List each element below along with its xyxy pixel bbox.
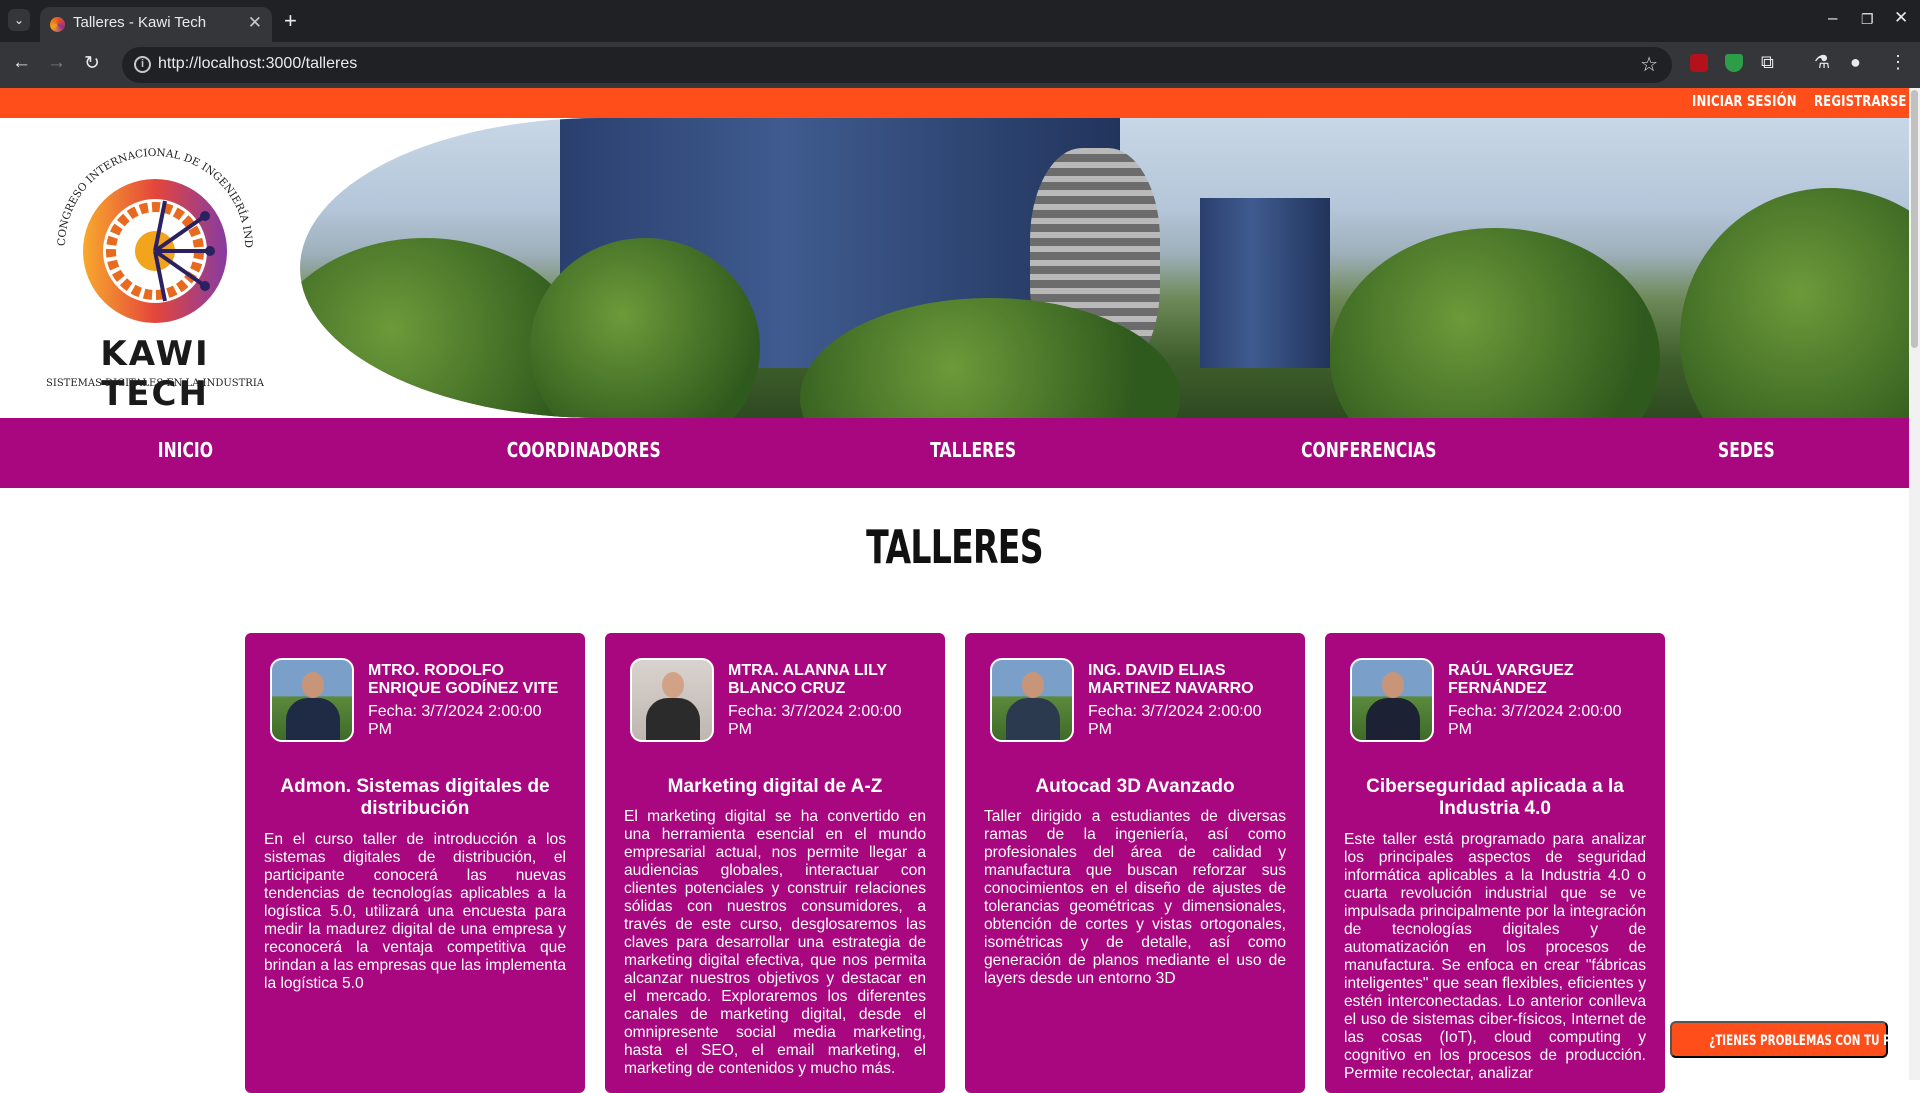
- speaker-photo: [990, 658, 1074, 742]
- workshop-title: Marketing digital de A-Z: [667, 776, 883, 797]
- speaker-name: MTRO. RODOLFO ENRIQUE GODÍNEZ VITE: [368, 662, 559, 697]
- tab-close-icon[interactable]: ✕: [248, 13, 262, 33]
- browser-tab[interactable]: Talleres - Kawi Tech ✕: [40, 7, 272, 42]
- kawi-tech-logo[interactable]: CONGRESO INTERNACIONAL DE INGENIERÍA IND…: [35, 137, 270, 414]
- nav-inicio[interactable]: INICIO: [158, 438, 213, 462]
- gear-logo-icon: CONGRESO INTERNACIONAL DE INGENIERÍA IND…: [35, 137, 254, 323]
- speaker-name: MTRA. ALANNA LILY BLANCO CRUZ: [728, 662, 887, 697]
- palm-trees: [1330, 228, 1660, 418]
- nav-talleres[interactable]: TALLERES: [930, 438, 1016, 462]
- extensions-puzzle-icon[interactable]: ⧉: [1761, 52, 1774, 73]
- main-navigation: INICIO COORDINADORES TALLERES CONFERENCI…: [0, 418, 1909, 488]
- restore-icon[interactable]: ❐: [1861, 11, 1874, 28]
- workshop-date: Fecha: 3/7/2024 2:00:00 PM: [1448, 703, 1622, 738]
- nav-coordinadores[interactable]: COORDINADORES: [507, 438, 661, 462]
- hero-banner: CONGRESO INTERNACIONAL DE INGENIERÍA IND…: [0, 118, 1909, 418]
- nav-sedes[interactable]: SEDES: [1718, 438, 1775, 462]
- menu-kebab-icon[interactable]: ⋮: [1889, 52, 1907, 73]
- labs-flask-icon[interactable]: ⚗: [1814, 52, 1830, 73]
- site-info-icon[interactable]: i: [134, 56, 151, 73]
- register-link[interactable]: REGISTRARSE: [1814, 92, 1907, 110]
- workshop-description: Taller dirigido a estudiantes de diversa…: [984, 808, 1286, 987]
- workshop-description: En el curso taller de introducción a los…: [264, 831, 566, 992]
- tree-right: [1680, 188, 1909, 418]
- tab-title: Talleres - Kawi Tech: [73, 14, 207, 31]
- new-tab-plus-icon[interactable]: +: [284, 8, 297, 34]
- campus-photo: [300, 118, 1909, 418]
- tab-favicon-icon: [50, 17, 65, 32]
- minimize-icon[interactable]: –: [1828, 8, 1837, 28]
- workshop-title: Ciberseguridad aplicada a la Industria 4…: [1366, 776, 1624, 819]
- profile-avatar-icon[interactable]: ●: [1850, 52, 1861, 73]
- speaker-photo: [1350, 658, 1434, 742]
- shield-extension-icon[interactable]: [1725, 54, 1743, 72]
- forward-arrow-icon[interactable]: →: [47, 52, 66, 74]
- logo-name: KAWI TECH: [100, 334, 210, 414]
- workshop-title: Autocad 3D Avanzado: [1035, 776, 1235, 797]
- url-text[interactable]: http://localhost:3000/talleres: [158, 55, 357, 73]
- workshop-card[interactable]: RAÚL VARGUEZ FERNÁNDEZ Fecha: 3/7/2024 2…: [1325, 633, 1665, 1093]
- workshop-card[interactable]: MTRO. RODOLFO ENRIQUE GODÍNEZ VITE Fecha…: [245, 633, 585, 1093]
- speaker-name: RAÚL VARGUEZ FERNÁNDEZ: [1448, 662, 1574, 697]
- nav-conferencias[interactable]: CONFERENCIAS: [1301, 438, 1436, 462]
- speaker-photo: [270, 658, 354, 742]
- workshop-description: Este taller está programado para analiza…: [1344, 831, 1646, 1082]
- workshop-date: Fecha: 3/7/2024 2:00:00 PM: [1088, 703, 1262, 738]
- window-close-icon[interactable]: ✕: [1894, 8, 1908, 28]
- bookmark-star-icon[interactable]: ☆: [1640, 52, 1658, 77]
- workshop-card[interactable]: MTRA. ALANNA LILY BLANCO CRUZ Fecha: 3/7…: [605, 633, 945, 1093]
- page-title: TALLERES: [866, 520, 1043, 574]
- reload-icon[interactable]: ↻: [84, 52, 100, 75]
- browser-tab-bar: ⌄ Talleres - Kawi Tech ✕ + – ❐ ✕: [0, 0, 1920, 42]
- workshop-title: Admon. Sistemas digitales de distribució…: [280, 776, 550, 819]
- glass-building-right: [1200, 198, 1330, 368]
- workshop-date: Fecha: 3/7/2024 2:00:00 PM: [368, 703, 542, 738]
- back-arrow-icon[interactable]: ←: [12, 52, 31, 74]
- browser-toolbar: ← → ↻ i http://localhost:3000/talleres ☆…: [0, 42, 1920, 88]
- workshop-description: El marketing digital se ha convertido en…: [624, 808, 926, 1077]
- login-link[interactable]: INICIAR SESIÓN: [1692, 92, 1797, 110]
- scrollbar-thumb[interactable]: [1911, 90, 1918, 348]
- logo-subtitle: SISTEMAS DIGITALES EN LA INDUSTRIA: [46, 378, 264, 389]
- workshop-card[interactable]: ING. DAVID ELIAS MARTINEZ NAVARRO Fecha:…: [965, 633, 1305, 1093]
- address-bar[interactable]: i http://localhost:3000/talleres ☆: [122, 47, 1672, 83]
- speaker-photo: [630, 658, 714, 742]
- tab-search-chevron-icon[interactable]: ⌄: [8, 9, 30, 31]
- ublock-extension-icon[interactable]: [1690, 54, 1708, 72]
- speaker-name: ING. DAVID ELIAS MARTINEZ NAVARRO: [1088, 662, 1254, 697]
- top-account-bar: INICIAR SESIÓN REGISTRARSE: [0, 88, 1909, 118]
- payment-help-label: ¿TIENES PROBLEMAS CON TU PAGO?: [1709, 1033, 1920, 1049]
- payment-help-button[interactable]: ¿TIENES PROBLEMAS CON TU PAGO?: [1670, 1021, 1920, 1058]
- workshop-date: Fecha: 3/7/2024 2:00:00 PM: [728, 703, 902, 738]
